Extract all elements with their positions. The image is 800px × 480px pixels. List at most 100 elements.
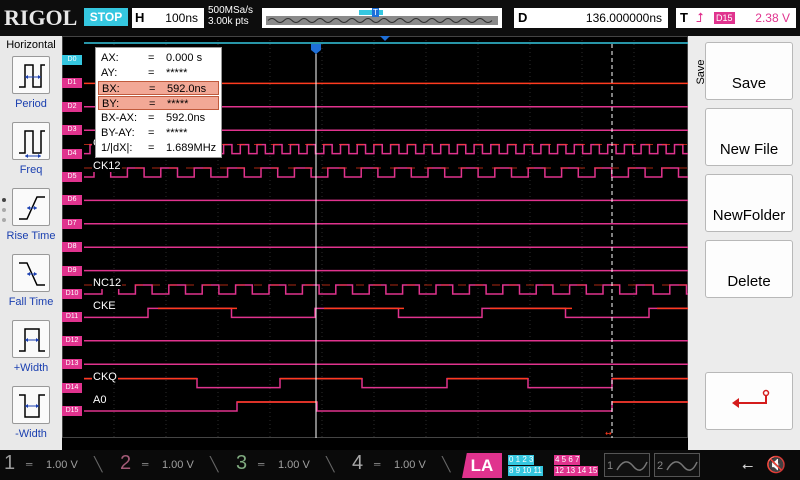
new-file-button[interactable]: New File [705, 108, 793, 166]
save-label: Save [731, 75, 767, 92]
bottom-channel-bar: 1 ═ 1.00 V ╲ 2 ═ 1.00 V ╲ 3 ═ 1.00 V ╲ 4… [0, 450, 800, 480]
trigger-level: 2.38 V [755, 11, 790, 25]
cursor-row: BX: = 592.0ns [98, 81, 219, 95]
negative-width-label: -Width [15, 428, 47, 440]
measure-negative-width-button[interactable]: -Width [0, 386, 62, 450]
acquisition-info: 500MSa/s 3.00k pts [208, 5, 253, 27]
delete-button[interactable]: Delete [705, 240, 793, 298]
channel-number: 4 [352, 452, 364, 474]
cursor-equals: = [148, 52, 155, 64]
cursor-equals: = [148, 142, 155, 154]
channel-scale: 1.00 V [394, 459, 426, 471]
signal-name-cke: CKE [92, 300, 117, 313]
channel-label-d8[interactable]: D8 [62, 242, 82, 253]
horizontal-timebase[interactable]: H 100ns [132, 8, 204, 28]
save-menu: Save Save New File NewFolder Delete [688, 36, 800, 450]
la-group-12-15: 12 13 14 15 [554, 466, 599, 476]
channel-label-d4[interactable]: D4 [62, 148, 82, 159]
channel-d14-trace [84, 377, 688, 389]
channel-number: 2 [120, 452, 132, 474]
rising-edge-icon: ⮥ [696, 10, 704, 25]
cursor-key: 1/|dX|: [101, 142, 133, 154]
horizontal-measure-menu: Horizontal Period Freq Rise Time Fall Ti… [0, 36, 62, 450]
channel-label-d15[interactable]: D15 [62, 406, 82, 416]
signal-name-a0: A0 [92, 394, 108, 406]
channel-label-d11[interactable]: D11 [62, 312, 82, 323]
cursor-key: BX: [102, 83, 120, 95]
channel-label-d6[interactable]: D6 [62, 195, 82, 206]
cursor-row: AX: = 0.000 s [98, 51, 219, 65]
cursor-value: 0.000 s [166, 52, 203, 64]
measure-period-button[interactable]: Period [0, 56, 62, 120]
measure-rise-time-button[interactable]: Rise Time [0, 188, 62, 252]
channel-1-status[interactable]: 1 ═ 1.00 V ╲ [0, 452, 112, 478]
return-button[interactable] [705, 372, 793, 430]
cursor-value: 592.0ns [167, 83, 207, 95]
cursor-equals: = [148, 127, 155, 139]
memory-overview-bar[interactable]: T [262, 8, 502, 28]
math-2-status[interactable]: 2 [654, 453, 700, 477]
run-stop-indicator[interactable]: STOP [84, 8, 128, 26]
coupling-icon: ═ [258, 459, 265, 469]
measure-fall-time-button[interactable]: Fall Time [0, 254, 62, 318]
channel-d5-trace [84, 167, 688, 178]
save-button[interactable]: Save [705, 42, 793, 100]
math-1-status[interactable]: 1 [604, 453, 650, 477]
channel-d15-trace [84, 401, 688, 412]
cursor-readout-panel: AX: = 0.000 s AY: = ***** BX: = 592.0ns BY: = *****… [95, 47, 222, 158]
channel-label-d14[interactable]: D14 [62, 382, 82, 393]
trigger-position-marker [380, 36, 390, 41]
channel-scale: 1.00 V [46, 459, 78, 471]
measure-positive-width-button[interactable]: +Width [0, 320, 62, 384]
delay-readout[interactable]: D 136.000000ns [514, 8, 668, 28]
channel-scale: 1.00 V [162, 459, 194, 471]
signal-name-ckq: CKQ [92, 370, 118, 383]
math-wave-icon [666, 461, 698, 471]
channel-label-d7[interactable]: D7 [62, 218, 82, 229]
channel-4-status[interactable]: 4 ═ 1.00 V ╲ [348, 452, 460, 478]
cursor-key: AY: [101, 67, 118, 79]
fall-time-icon [12, 254, 50, 292]
delay-value: 136.000000ns [585, 11, 662, 25]
channel-label-d10[interactable]: D10 [62, 289, 82, 299]
cursor-value: 1.689MHz [166, 142, 217, 154]
cursor-value: 592.0ns [166, 112, 206, 124]
timebase-key: H [135, 10, 145, 25]
logic-analyzer-status[interactable]: LA 0 1 2 3 8 9 10 11 4 5 6 7 12 13 14 15 [462, 453, 600, 478]
la-group-4-7: 4 5 6 7 [554, 455, 581, 465]
channel-chevron-icon: ╲ [94, 456, 103, 472]
channel-label-d0[interactable]: D0 [62, 55, 82, 65]
channel-label-d5[interactable]: D5 [62, 172, 82, 182]
channel-label-d3[interactable]: D3 [62, 125, 82, 136]
channel-scale: 1.00 V [278, 459, 310, 471]
channel-label-d2[interactable]: D2 [62, 101, 82, 112]
brand-logo: RIGOL [4, 5, 78, 30]
measure-frequency-button[interactable]: Freq [0, 122, 62, 186]
channel-label-d1[interactable]: D1 [62, 78, 82, 89]
cursor-row: BY-AY: = ***** [98, 126, 219, 140]
cursor-row: BX-AX: = 592.0ns [98, 111, 219, 125]
channel-label-d13[interactable]: D13 [62, 359, 82, 370]
la-label: LA [462, 453, 502, 478]
channel-2-status[interactable]: 2 ═ 1.00 V ╲ [116, 452, 228, 478]
sample-rate: 500MSa/s [208, 5, 254, 16]
trigger-readout[interactable]: T ⮥ D15 2.38 V [676, 8, 796, 28]
cursor-value: ***** [167, 98, 189, 110]
channel-chevron-icon: ╲ [326, 456, 335, 472]
cursor-equals: = [148, 67, 155, 79]
rise-time-icon [12, 188, 50, 226]
channel-label-d9[interactable]: D9 [62, 265, 82, 276]
overview-trigger-marker: T [372, 8, 379, 17]
cursor-row: 1/|dX|: = 1.689MHz [98, 141, 219, 155]
channel-label-d12[interactable]: D12 [62, 335, 82, 346]
new-folder-button[interactable]: NewFolder [705, 174, 793, 232]
channel-3-status[interactable]: 3 ═ 1.00 V ╲ [232, 452, 344, 478]
trigger-source: D15 [714, 12, 735, 24]
fall-time-label: Fall Time [8, 296, 54, 308]
cursor-key: AX: [101, 52, 119, 64]
menu-title: Horizontal [6, 39, 56, 51]
timebase-value: 100ns [165, 11, 198, 25]
speaker-muted-icon[interactable]: 🔇 [766, 455, 786, 475]
cursor-key: BX-AX: [101, 112, 138, 124]
delete-label: Delete [727, 273, 771, 290]
